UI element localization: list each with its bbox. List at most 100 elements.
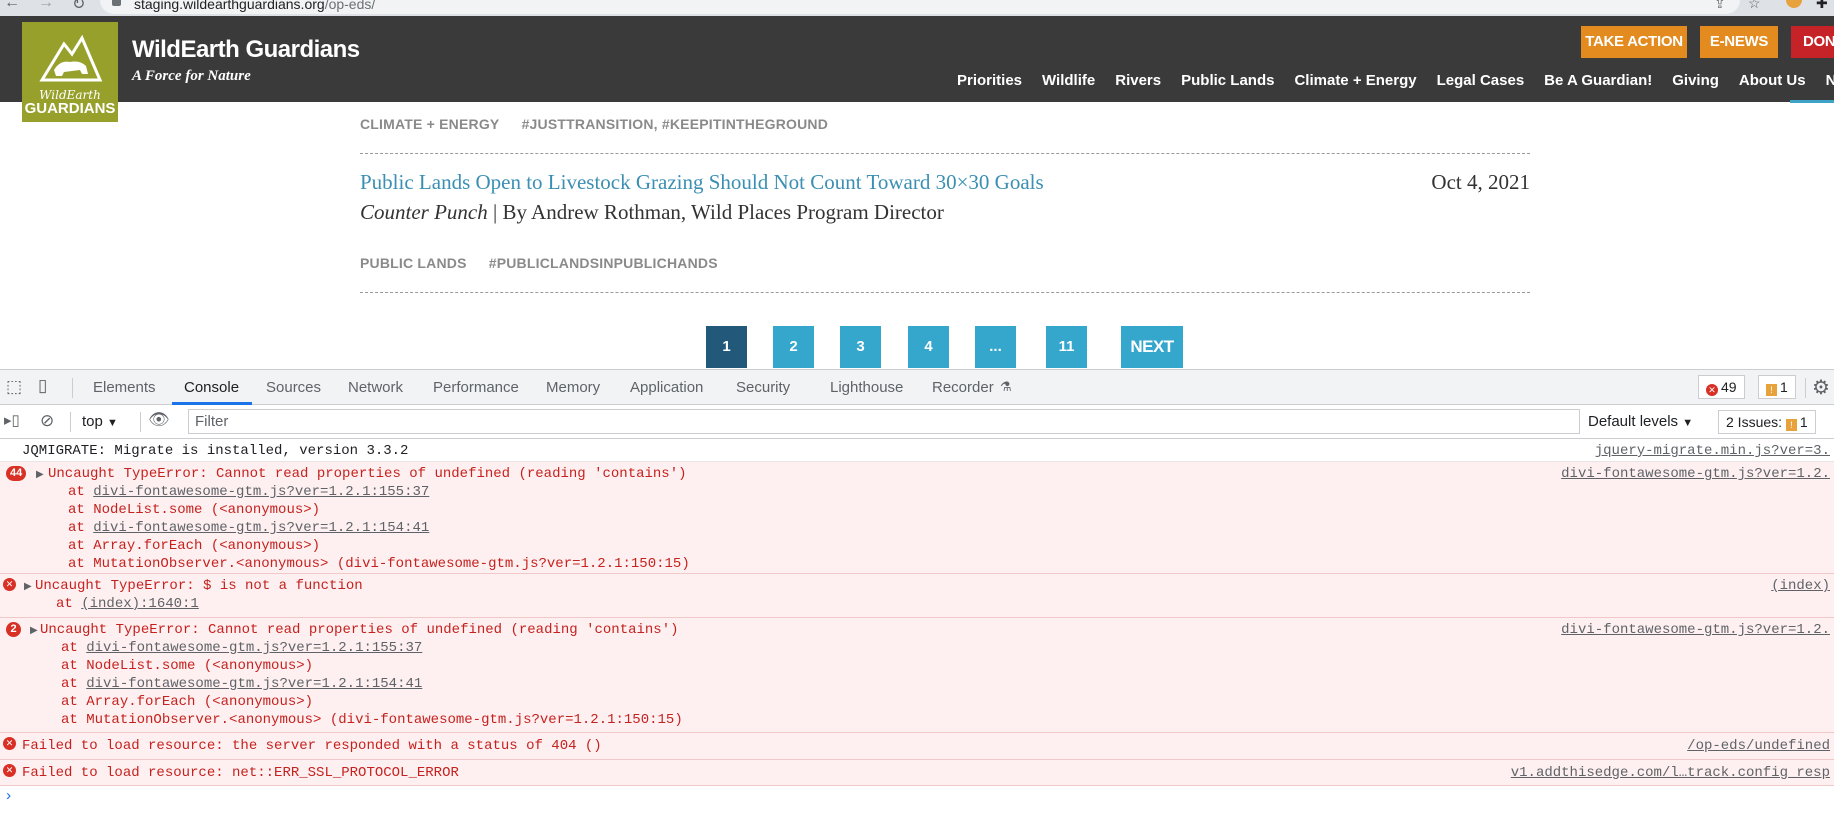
console-prompt-row[interactable]: › bbox=[0, 786, 1834, 810]
error-icon: ✕ bbox=[3, 578, 16, 591]
stack-frame: at MutationObserver.<anonymous> (divi-fo… bbox=[68, 556, 690, 572]
extension-icon[interactable] bbox=[1786, 0, 1802, 8]
eye-icon[interactable]: 👁 bbox=[148, 410, 170, 430]
forward-icon[interactable]: → bbox=[38, 0, 54, 12]
nav-item-priorities[interactable]: Priorities bbox=[957, 72, 1022, 89]
hashtag-tag[interactable]: #JUSTTRANSITION, #KEEPITINTHEGROUND bbox=[522, 116, 828, 132]
share-icon[interactable]: ⇪ bbox=[1714, 0, 1726, 12]
console-message: JQMIGRATE: Migrate is installed, version… bbox=[0, 439, 1834, 462]
take-action-button[interactable]: TAKE ACTION bbox=[1581, 26, 1687, 58]
error-count-badge[interactable]: ✕ 49 bbox=[1698, 375, 1745, 399]
tab-recorder[interactable]: Recorder bbox=[932, 379, 994, 396]
stack-link[interactable]: divi-fontawesome-gtm.js?ver=1.2.1:154:41 bbox=[93, 520, 429, 536]
warning-count-badge[interactable]: ! 1 bbox=[1758, 375, 1796, 399]
console-error: 2 ▶ Uncaught TypeError: Cannot read prop… bbox=[0, 618, 1834, 733]
stack-frame: at divi-fontawesome-gtm.js?ver=1.2.1:155… bbox=[68, 484, 430, 500]
inspect-element-icon[interactable]: ⬚ bbox=[6, 377, 22, 397]
settings-gear-icon[interactable]: ⚙ bbox=[1812, 375, 1830, 400]
issues-counter[interactable]: 2 Issues: ! 1 bbox=[1718, 410, 1816, 434]
stack-link[interactable]: (index):1640:1 bbox=[81, 596, 199, 612]
nav-item-climate-energy[interactable]: Climate + Energy bbox=[1294, 72, 1416, 89]
console-filter-input[interactable]: Filter bbox=[188, 409, 1580, 434]
hashtag-tag[interactable]: #PUBLICLANDSINPUBLICHANDS bbox=[489, 255, 718, 271]
message-text: Uncaught TypeError: $ is not a function bbox=[35, 578, 363, 594]
device-toolbar-icon[interactable]: ▯ bbox=[38, 376, 47, 396]
reload-icon[interactable]: ↻ bbox=[72, 0, 85, 14]
tab-sources[interactable]: Sources bbox=[266, 379, 321, 396]
message-text: Uncaught TypeError: Cannot read properti… bbox=[40, 622, 679, 638]
source-link[interactable]: (index) bbox=[1771, 578, 1830, 594]
clear-console-icon[interactable]: ⊘ bbox=[40, 411, 54, 431]
category-tag[interactable]: PUBLIC LANDS bbox=[360, 255, 467, 271]
stack-link[interactable]: divi-fontawesome-gtm.js?ver=1.2.1:155:37 bbox=[93, 484, 429, 500]
tab-elements[interactable]: Elements bbox=[93, 379, 156, 396]
nav-item-rivers[interactable]: Rivers bbox=[1115, 72, 1161, 89]
message-text: Failed to load resource: the server resp… bbox=[22, 738, 602, 754]
bookmark-star-icon[interactable]: ☆ bbox=[1748, 0, 1761, 12]
category-tag[interactable]: CLIMATE + ENERGY bbox=[360, 116, 499, 132]
message-text: Failed to load resource: net::ERR_SSL_PR… bbox=[22, 765, 459, 781]
url-text[interactable]: staging.wildearthguardians.org/op-eds/ bbox=[134, 0, 375, 12]
log-levels-dropdown[interactable]: Default levels ▼ bbox=[1588, 413, 1693, 430]
tab-performance[interactable]: Performance bbox=[433, 379, 519, 396]
message-text: JQMIGRATE: Migrate is installed, version… bbox=[22, 443, 409, 459]
source-link[interactable]: jquery-migrate.min.js?ver=3. bbox=[1595, 443, 1830, 459]
back-icon[interactable]: ← bbox=[4, 0, 20, 12]
pagination-ellipsis: ... bbox=[975, 326, 1016, 368]
nav-item-about-us[interactable]: About Us bbox=[1739, 72, 1806, 89]
site-title[interactable]: WildEarth Guardians bbox=[132, 36, 360, 64]
source-link[interactable]: divi-fontawesome-gtm.js?ver=1.2. bbox=[1561, 466, 1830, 482]
tab-network[interactable]: Network bbox=[348, 379, 403, 396]
stack-link[interactable]: divi-fontawesome-gtm.js?ver=1.2.1:155:37 bbox=[86, 640, 422, 656]
main-nav: Priorities Wildlife Rivers Public Lands … bbox=[957, 72, 1834, 89]
donate-button[interactable]: DONA bbox=[1791, 26, 1834, 58]
pagination-page-11[interactable]: 11 bbox=[1046, 326, 1087, 368]
warning-icon: ! bbox=[1785, 419, 1797, 431]
source-link[interactable]: /op-eds/undefined bbox=[1687, 738, 1830, 754]
stack-frame: at NodeList.some (<anonymous>) bbox=[61, 658, 314, 674]
console-error: ✕ Failed to load resource: net::ERR_SSL_… bbox=[0, 760, 1834, 786]
nav-item-legal-cases[interactable]: Legal Cases bbox=[1437, 72, 1525, 89]
separator bbox=[72, 378, 73, 398]
article-byline: Counter Punch | By Andrew Rothman, Wild … bbox=[360, 200, 944, 225]
error-icon: ✕ bbox=[3, 737, 16, 750]
nav-item-public-lands[interactable]: Public Lands bbox=[1181, 72, 1274, 89]
site-tagline: A Force for Nature bbox=[132, 68, 251, 84]
article-tags-climate: CLIMATE + ENERGY #JUSTTRANSITION, #KEEPI… bbox=[360, 116, 1530, 132]
extensions-puzzle-icon[interactable]: ✚ bbox=[1816, 0, 1828, 12]
nav-item-wildlife[interactable]: Wildlife bbox=[1042, 72, 1095, 89]
pagination-page-3[interactable]: 3 bbox=[840, 326, 881, 368]
article-title-link[interactable]: Public Lands Open to Livestock Grazing S… bbox=[360, 170, 1044, 195]
pagination-page-1[interactable]: 1 bbox=[706, 326, 747, 368]
stack-frame: at Array.forEach (<anonymous>) bbox=[68, 538, 321, 554]
expand-triangle-icon[interactable]: ▶ bbox=[24, 581, 32, 593]
stack-link[interactable]: divi-fontawesome-gtm.js?ver=1.2.1:154:41 bbox=[86, 676, 422, 692]
source-link[interactable]: divi-fontawesome-gtm.js?ver=1.2. bbox=[1561, 622, 1830, 638]
expand-triangle-icon[interactable]: ▶ bbox=[30, 625, 38, 637]
sidebar-toggle-icon[interactable]: ▸▯ bbox=[4, 411, 20, 429]
separator bbox=[70, 412, 71, 432]
nav-item-be-a-guardian[interactable]: Be A Guardian! bbox=[1544, 72, 1652, 89]
console-messages: JQMIGRATE: Migrate is installed, version… bbox=[0, 439, 1834, 810]
context-select[interactable]: top ▼ bbox=[82, 413, 118, 430]
enews-button[interactable]: E-NEWS bbox=[1700, 26, 1778, 58]
source-link[interactable]: v1.addthisedge.com/l…track.config_resp bbox=[1511, 765, 1830, 781]
tab-console[interactable]: Console bbox=[184, 379, 239, 396]
tab-application[interactable]: Application bbox=[630, 379, 703, 396]
stack-frame: at MutationObserver.<anonymous> (divi-fo… bbox=[61, 712, 683, 728]
pagination-page-2[interactable]: 2 bbox=[773, 326, 814, 368]
site-logo[interactable]: WildEarth GUARDIANS bbox=[22, 22, 118, 122]
pagination-next-button[interactable]: NEXT bbox=[1121, 326, 1183, 368]
stack-frame: at (index):1640:1 bbox=[56, 596, 199, 612]
lock-icon[interactable] bbox=[112, 0, 121, 6]
expand-triangle-icon[interactable]: ▶ bbox=[36, 469, 44, 481]
tab-lighthouse[interactable]: Lighthouse bbox=[830, 379, 903, 396]
separator bbox=[140, 412, 141, 432]
nav-active-indicator bbox=[1790, 100, 1834, 103]
pagination-page-4[interactable]: 4 bbox=[908, 326, 949, 368]
tab-memory[interactable]: Memory bbox=[546, 379, 600, 396]
tab-security[interactable]: Security bbox=[736, 379, 790, 396]
divider bbox=[360, 153, 1530, 154]
nav-item-newsroom[interactable]: Newsr bbox=[1826, 72, 1834, 89]
nav-item-giving[interactable]: Giving bbox=[1672, 72, 1719, 89]
